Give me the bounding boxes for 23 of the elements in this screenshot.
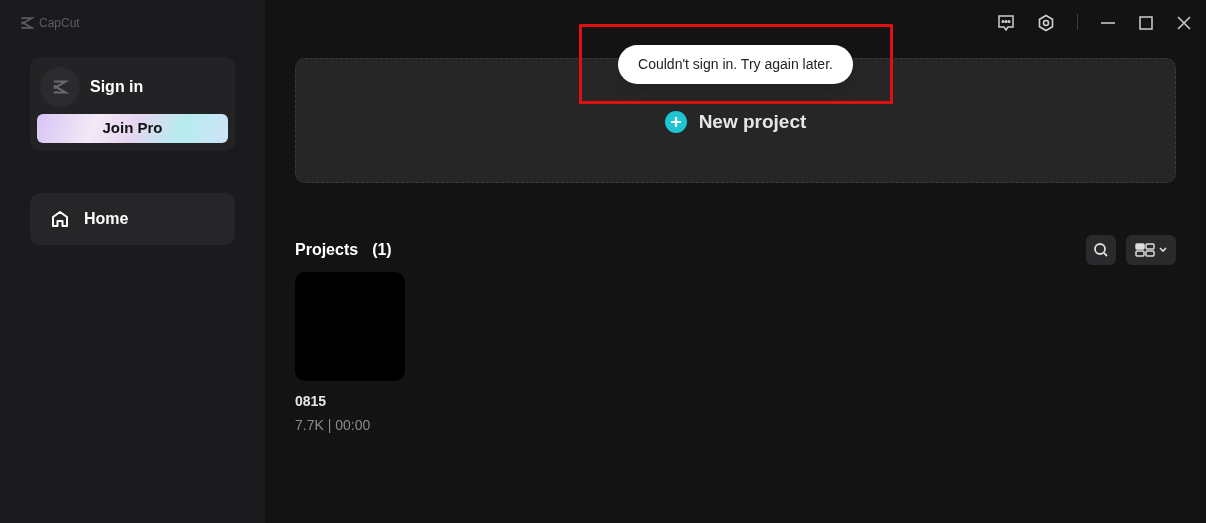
section-title: Projects	[295, 240, 359, 260]
nav-item[interactable]: Home	[30, 193, 235, 245]
grid-view-icon	[1135, 243, 1155, 257]
project-meta: 7.7K | 00:00	[295, 416, 372, 435]
settings-icon[interactable]	[1037, 14, 1055, 32]
caret-icon	[1159, 247, 1167, 253]
maximize-icon[interactable]	[1138, 14, 1154, 32]
avatar-icon	[40, 67, 80, 107]
project-count: (1)	[372, 240, 392, 260]
close-icon[interactable]	[1176, 14, 1192, 32]
new-project-label: New project	[698, 109, 807, 134]
join-pro-button[interactable]: Join Pro	[37, 114, 228, 143]
search-icon	[1093, 242, 1109, 258]
logo-text: CapCut	[39, 15, 80, 32]
search-button[interactable]	[1086, 235, 1116, 265]
home-icon	[51, 210, 69, 228]
sign-in-link[interactable]: Sign in	[90, 75, 144, 99]
toast-message: Couldn't sign in. Try again later.	[618, 44, 853, 84]
project-name: 0815	[295, 392, 328, 411]
view-toggle-button[interactable]	[1126, 235, 1176, 265]
logo-icon	[19, 15, 35, 31]
feedback-icon[interactable]	[997, 14, 1015, 32]
plus-icon	[664, 111, 687, 133]
